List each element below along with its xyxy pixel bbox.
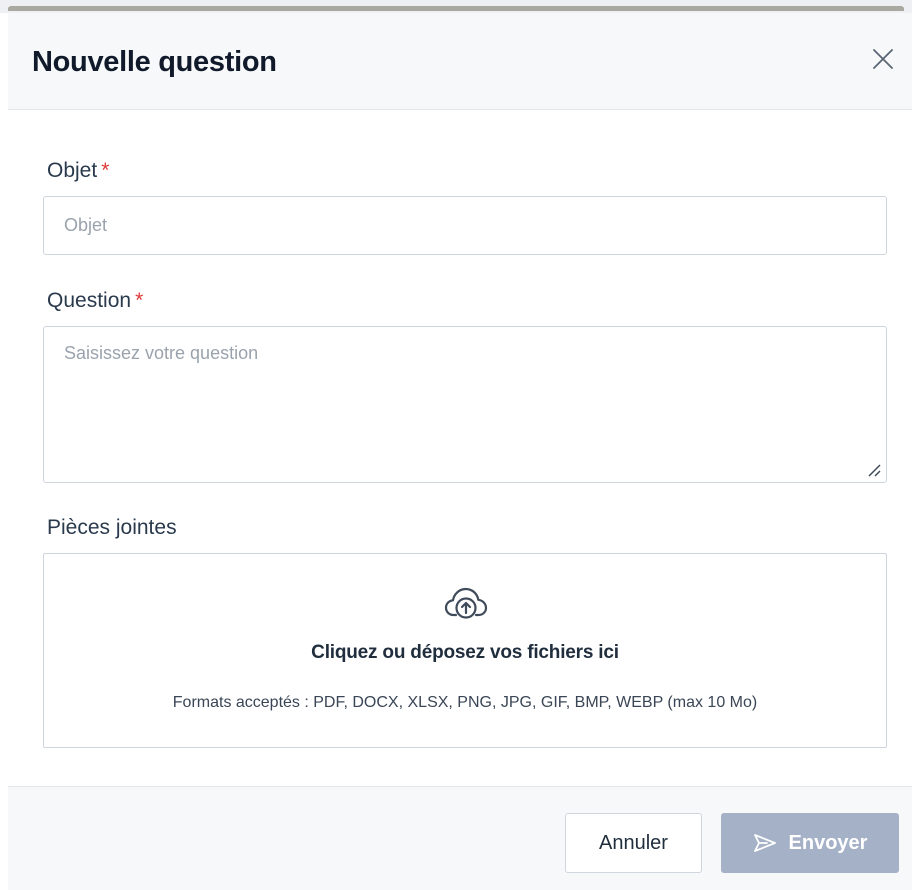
send-button-label: Envoyer [788,831,868,854]
dialog-header: Nouvelle question [8,13,912,110]
subject-required-mark: * [101,159,110,182]
file-dropzone[interactable]: Cliquez ou déposez vos fichiers ici Form… [43,553,887,748]
question-required-mark: * [135,289,144,312]
subject-label-text: Objet [47,159,98,182]
cloud-upload-icon [444,587,488,619]
question-textarea[interactable] [43,326,887,483]
new-question-dialog: Nouvelle question Objet* Question* Pièce… [0,0,912,890]
close-button[interactable] [868,44,898,74]
top-bar [8,6,904,11]
send-button[interactable]: Envoyer [721,813,899,873]
dropzone-title: Cliquez ou déposez vos fichiers ici [311,642,619,663]
dialog-title: Nouvelle question [32,46,277,78]
subject-input[interactable] [43,196,887,255]
attachments-label: Pièces jointes [47,516,177,539]
send-icon [753,834,776,852]
cancel-button[interactable]: Annuler [565,813,702,873]
dropzone-formats-hint: Formats acceptés : PDF, DOCX, XLSX, PNG,… [172,694,758,711]
close-icon [873,49,893,69]
subject-label: Objet * [47,158,109,184]
question-label: Question * [47,288,143,314]
cancel-button-label: Annuler [599,831,668,854]
top-strip [0,0,912,13]
question-label-text: Question [47,289,132,312]
